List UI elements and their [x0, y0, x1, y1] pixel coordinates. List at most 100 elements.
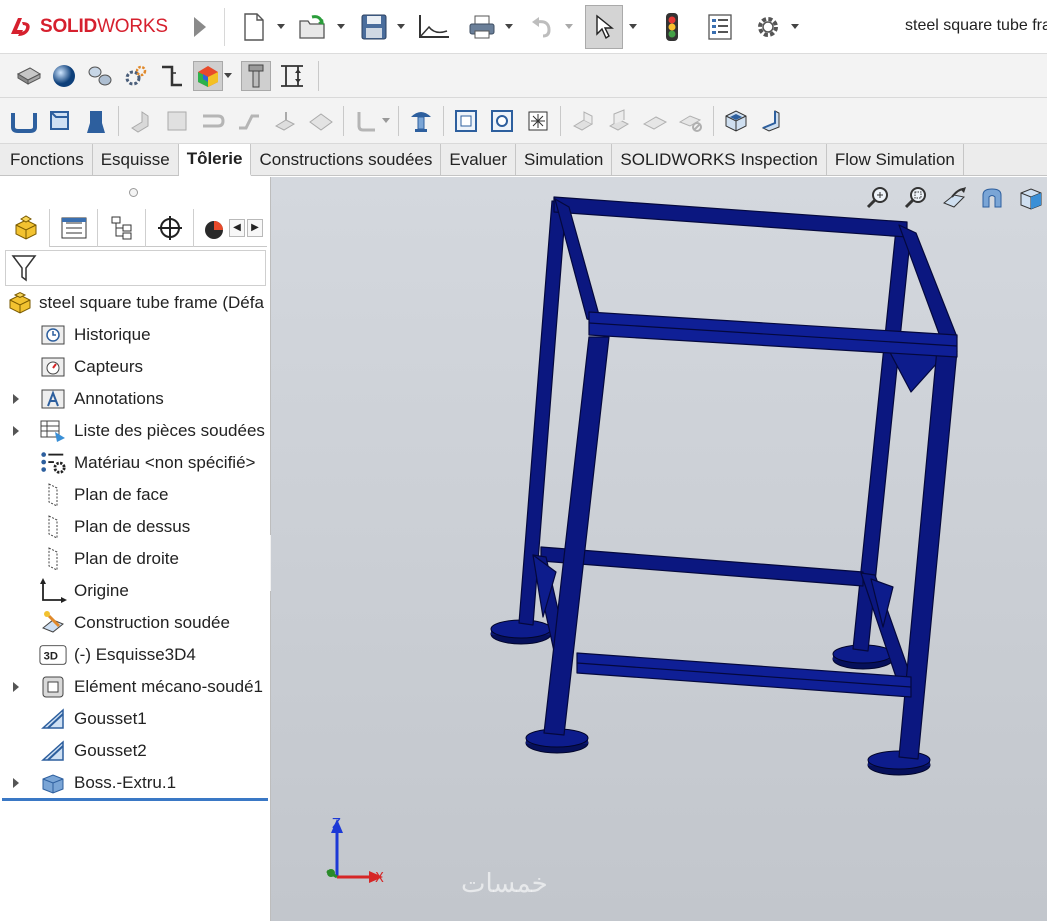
command-manager-tabs: Fonctions Esquisse Tôlerie Constructions so… — [0, 144, 1047, 176]
lofted-bend-button[interactable] — [81, 106, 111, 136]
options-button[interactable] — [751, 10, 785, 44]
tab-esquisse[interactable]: Esquisse — [93, 144, 179, 175]
sketched-bend-button[interactable] — [270, 106, 300, 136]
hem-button[interactable] — [198, 106, 228, 136]
svg-text:3D: 3D — [44, 651, 58, 663]
tree-item[interactable]: Origine — [0, 575, 270, 607]
tree-item[interactable]: Plan de droite — [0, 543, 270, 575]
tab-flow-simulation[interactable]: Flow Simulation — [827, 144, 964, 175]
forming-tool-button[interactable] — [406, 106, 436, 136]
new-dropdown[interactable] — [277, 24, 285, 29]
print-button[interactable] — [465, 10, 499, 44]
tree-item[interactable]: Matériau <non spécifié> — [0, 447, 270, 479]
print-dropdown[interactable] — [505, 24, 513, 29]
routing-button[interactable] — [157, 61, 187, 91]
tree-item[interactable]: Liste des pièces soudées — [0, 415, 270, 447]
tree-root-part[interactable]: steel square tube frame (Défa — [0, 287, 270, 319]
tree-item[interactable]: Plan de dessus — [0, 511, 270, 543]
tabs-scroll-right[interactable]: ▶ — [247, 218, 263, 237]
toolbar-row-2 — [0, 98, 1047, 144]
graphics-area[interactable]: Z X خمسات — [271, 177, 1047, 921]
tab-t-lerie[interactable]: Tôlerie — [178, 144, 252, 176]
tab-solidworks-inspection[interactable]: SOLIDWORKS Inspection — [612, 144, 827, 175]
base-flange-button[interactable] — [9, 106, 39, 136]
dimxpert-tab[interactable] — [146, 208, 195, 247]
forming-tool-icon — [411, 111, 431, 132]
select-dropdown[interactable] — [629, 24, 637, 29]
drawing-button[interactable] — [417, 10, 451, 44]
extruded-cut-button[interactable] — [451, 106, 481, 136]
feature-manager-tab[interactable] — [2, 208, 51, 247]
tree-item-label: Origine — [74, 581, 129, 600]
design-library-button[interactable] — [241, 60, 271, 91]
cross-break-button[interactable] — [306, 106, 336, 136]
convert-to-sheet-metal-button[interactable] — [45, 106, 75, 136]
fold-button[interactable] — [604, 106, 634, 136]
options-dropdown[interactable] — [791, 24, 799, 29]
toolbox-button[interactable] — [121, 61, 151, 91]
motion-button[interactable] — [85, 61, 115, 91]
tree-item[interactable]: Elément mécano-soudé1 — [0, 671, 270, 703]
tab-constructions-soud-es[interactable]: Constructions soudées — [251, 144, 442, 175]
configuration-manager-tab[interactable] — [98, 208, 147, 247]
tab-fonctions[interactable]: Fonctions — [2, 144, 93, 175]
tree-item-label: Liste des pièces soudées — [74, 421, 265, 440]
flatten-button[interactable] — [640, 106, 670, 136]
tree-item[interactable]: Historique — [0, 319, 270, 351]
save-dropdown[interactable] — [397, 24, 405, 29]
corners-button[interactable] — [351, 106, 381, 136]
open-dropdown[interactable] — [337, 24, 345, 29]
tree-item[interactable]: Plan de face — [0, 479, 270, 511]
expand-arrow-icon[interactable] — [13, 682, 19, 692]
tab-simulation[interactable]: Simulation — [516, 144, 613, 175]
plane-icon — [39, 481, 67, 509]
tree-item[interactable]: Boss.-Extru.1 — [0, 767, 270, 799]
simple-hole-button[interactable] — [487, 106, 517, 136]
file-properties-button[interactable] — [703, 10, 737, 44]
miter-flange-button[interactable] — [162, 106, 192, 136]
tree-item[interactable]: Annotations — [0, 383, 270, 415]
tree-item[interactable]: Gousset2 — [0, 735, 270, 767]
tabs-scroll-left[interactable]: ◀ — [229, 218, 245, 237]
cross-break-icon — [309, 112, 333, 131]
tree-filter[interactable] — [5, 250, 266, 286]
tree-item[interactable]: 3D (-) Esquisse3D4 — [0, 639, 270, 671]
tab-evaluer[interactable]: Evaluer — [441, 144, 517, 175]
rollback-bar[interactable] — [2, 798, 268, 801]
new-document-button[interactable] — [237, 10, 271, 44]
triad-x-label: X — [375, 871, 384, 886]
expand-arrow-icon[interactable] — [13, 394, 19, 404]
stress-plot-icon — [198, 65, 218, 87]
rip-button[interactable] — [757, 106, 787, 136]
photoview-button[interactable] — [49, 61, 79, 91]
save-button[interactable] — [357, 10, 391, 44]
measure-button[interactable] — [277, 61, 307, 91]
tree-item[interactable]: Capteurs — [0, 351, 270, 383]
tree-item[interactable]: Gousset1 — [0, 703, 270, 735]
tree-item[interactable]: Construction soudée — [0, 607, 270, 639]
rebuild-button[interactable] — [655, 10, 689, 44]
plugin-button[interactable] — [13, 61, 43, 91]
display-manager-tab[interactable] — [194, 209, 229, 247]
tree-root-label: steel square tube frame (Défa — [39, 293, 264, 312]
simulation-dropdown[interactable] — [224, 73, 232, 78]
undo-dropdown[interactable] — [565, 24, 573, 29]
simulation-xpress-button[interactable] — [193, 60, 223, 91]
expand-arrow-icon[interactable] — [13, 778, 19, 788]
vent-button[interactable] — [523, 106, 553, 136]
select-button[interactable] — [585, 4, 623, 49]
open-button[interactable] — [297, 10, 331, 44]
insert-bends-button[interactable] — [721, 106, 751, 136]
flange-button[interactable] — [126, 106, 156, 136]
solidworks-logo[interactable]: SOLIDWORKS — [0, 14, 190, 40]
unfold-button[interactable] — [568, 106, 598, 136]
property-manager-tab[interactable] — [50, 208, 99, 247]
no-bends-button[interactable] — [676, 106, 706, 136]
undo-button[interactable] — [525, 10, 559, 44]
jog-button[interactable] — [234, 106, 264, 136]
corner-icon — [357, 111, 375, 131]
corners-dropdown[interactable] — [382, 118, 390, 123]
menu-expand-icon[interactable] — [194, 16, 206, 37]
expand-arrow-icon[interactable] — [13, 426, 19, 436]
panel-grip[interactable] — [129, 188, 138, 197]
